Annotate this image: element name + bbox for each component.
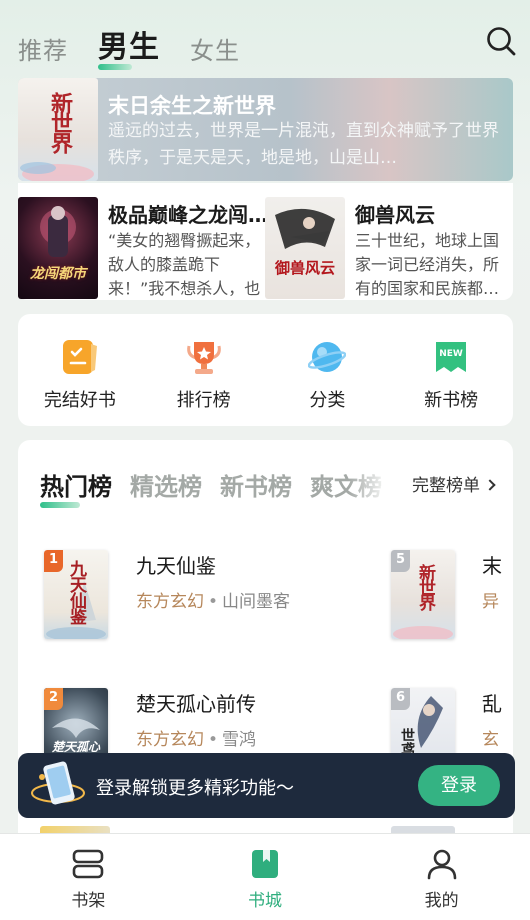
book-cover-title: 世鸢 [399, 728, 415, 756]
login-button[interactable]: 登录 [418, 765, 500, 806]
book-cover: 九天仙鉴 1 [44, 550, 108, 639]
book-cover: 龙闯都市 [18, 197, 98, 299]
bottom-nav: 书架 书城 我的 [0, 833, 530, 920]
cover-art [275, 208, 335, 249]
phone-unlock-icon [31, 761, 85, 805]
banner-title: 末日余生之新世界 [108, 94, 276, 118]
rank-badge: 1 [44, 550, 63, 572]
book-title: 乱 [482, 692, 502, 716]
book-cover: 御兽风云 [265, 197, 345, 299]
rank-badge: 5 [391, 550, 410, 572]
login-prompt-text: 登录解锁更多精彩功能～ [96, 778, 294, 799]
book-title: 九天仙鉴 [136, 554, 216, 578]
rank-badge: 2 [44, 688, 63, 710]
completed-books-icon [62, 340, 97, 374]
nav-bookshelf[interactable]: 书架 [0, 834, 177, 920]
nav-profile[interactable]: 我的 [353, 834, 530, 920]
book-category: 东方玄幻 [136, 730, 204, 750]
book-title: 楚天孤心前传 [136, 692, 256, 716]
category-planet-icon [308, 342, 347, 372]
featured-book[interactable]: 龙闯都市 极品巅峰之龙闯… “美女的翘臀撅起来，敌人的膝盖跪下来！”我不想杀人，… [18, 197, 268, 299]
banner-cover-title: 新世界 [47, 92, 73, 152]
tab-female[interactable]: 女生 [190, 31, 240, 66]
book-meta: 东方玄幻 • 山间墨客 [136, 587, 290, 612]
tab-male[interactable]: 男生 [98, 22, 160, 70]
chevron-right-icon [484, 479, 496, 491]
shortcut-label: 分类 [309, 390, 346, 411]
book-author: 山间墨客 [222, 592, 291, 612]
trophy-icon [186, 342, 221, 374]
book-title: 极品巅峰之龙闯… [108, 203, 268, 227]
login-prompt-bar: 登录解锁更多精彩功能～ 登录 [18, 753, 515, 818]
shortcut-ranking[interactable]: 排行榜 [142, 314, 266, 426]
cover-art [40, 206, 76, 257]
top-tabs: 推荐 男生 女生 [18, 22, 240, 70]
separator-dot: • [208, 730, 219, 750]
nav-bookstore[interactable]: 书城 [177, 834, 354, 920]
book-meta: 玄 [482, 725, 499, 750]
book-category: 异 [482, 592, 499, 612]
book-description: 三十世纪，地球上国家一词已经消失，所有的国家和民族都… [355, 231, 500, 298]
banner-description: 遥远的过去，世界是一片混沌，直到众神赋予了世界秩序，于是天是天，地是地，山是山… [108, 121, 499, 168]
bookstore-icon [252, 850, 278, 878]
full-list-link[interactable]: 完整榜单 [410, 471, 496, 496]
shortcut-completed-books[interactable]: 完结好书 [18, 314, 142, 426]
full-list-label: 完整榜单 [412, 476, 480, 496]
shortcut-category[interactable]: 分类 [266, 314, 390, 426]
nav-label: 书城 [248, 891, 282, 911]
book-author: 雪鸿 [222, 730, 257, 750]
ranking-tab-new[interactable]: 新书榜 [220, 467, 292, 502]
book-cover: 新世界 5 [391, 550, 455, 639]
nav-label: 书架 [71, 891, 106, 911]
book-cover-title: 龙闯都市 [30, 266, 86, 282]
book-meta: 异 [482, 587, 499, 612]
ranking-item[interactable]: 新世界 5 末 异 [391, 550, 513, 640]
featured-pair: 龙闯都市 极品巅峰之龙闯… “美女的翘臀撅起来，敌人的膝盖跪下来！”我不想杀人，… [18, 183, 513, 300]
new-badge-icon: NEW [436, 342, 467, 372]
rank-badge: 6 [391, 688, 410, 710]
book-description: “美女的翘臀撅起来，敌人的膝盖跪下来！”我不想杀人，也不… [108, 231, 261, 298]
book-meta: 东方玄幻 • 雪鸿 [136, 725, 256, 750]
shortcut-grid: 完结好书 排行榜 分类 NEW 新书榜 [18, 314, 513, 426]
book-cover-title: 新世界 [415, 564, 435, 609]
book-category: 玄 [482, 730, 499, 750]
book-cover-title: 九天仙鉴 [66, 560, 86, 624]
shortcut-label: 新书榜 [424, 390, 479, 411]
banner-cover[interactable]: 新世界 [18, 78, 98, 181]
ranking-item[interactable]: 九天仙鉴 1 九天仙鉴 东方玄幻 • 山间墨客 [44, 550, 374, 640]
shortcut-new-books[interactable]: NEW 新书榜 [389, 314, 513, 426]
search-icon[interactable] [486, 26, 516, 56]
featured-banner[interactable]: 新世界 末日余生之新世界 遥远的过去，世界是一片混沌，直到众神赋予了世界秩序，于… [18, 78, 513, 181]
nav-label: 我的 [424, 891, 459, 911]
shortcut-label: 排行榜 [176, 390, 231, 411]
book-title: 末 [482, 554, 502, 578]
book-cover-title: 御兽风云 [274, 259, 335, 277]
book-title: 御兽风云 [355, 203, 435, 227]
featured-book[interactable]: 御兽风云 御兽风云 三十世纪，地球上国家一词已经消失，所有的国家和民族都… [265, 197, 513, 299]
separator-dot: • [208, 592, 219, 612]
shortcut-label: 完结好书 [43, 390, 116, 411]
book-category: 东方玄幻 [136, 592, 204, 612]
svg-text:NEW: NEW [439, 349, 463, 359]
ranking-tab-selected[interactable]: 精选榜 [130, 467, 202, 502]
ranking-tab-hot[interactable]: 热门榜 [40, 467, 112, 508]
bookshelf-icon [73, 849, 104, 879]
ranking-tabs: 热门榜 精选榜 新书榜 爽文榜 [40, 467, 382, 508]
tabs-fade [348, 460, 408, 500]
tab-recommend[interactable]: 推荐 [18, 31, 68, 66]
profile-icon [427, 849, 456, 880]
